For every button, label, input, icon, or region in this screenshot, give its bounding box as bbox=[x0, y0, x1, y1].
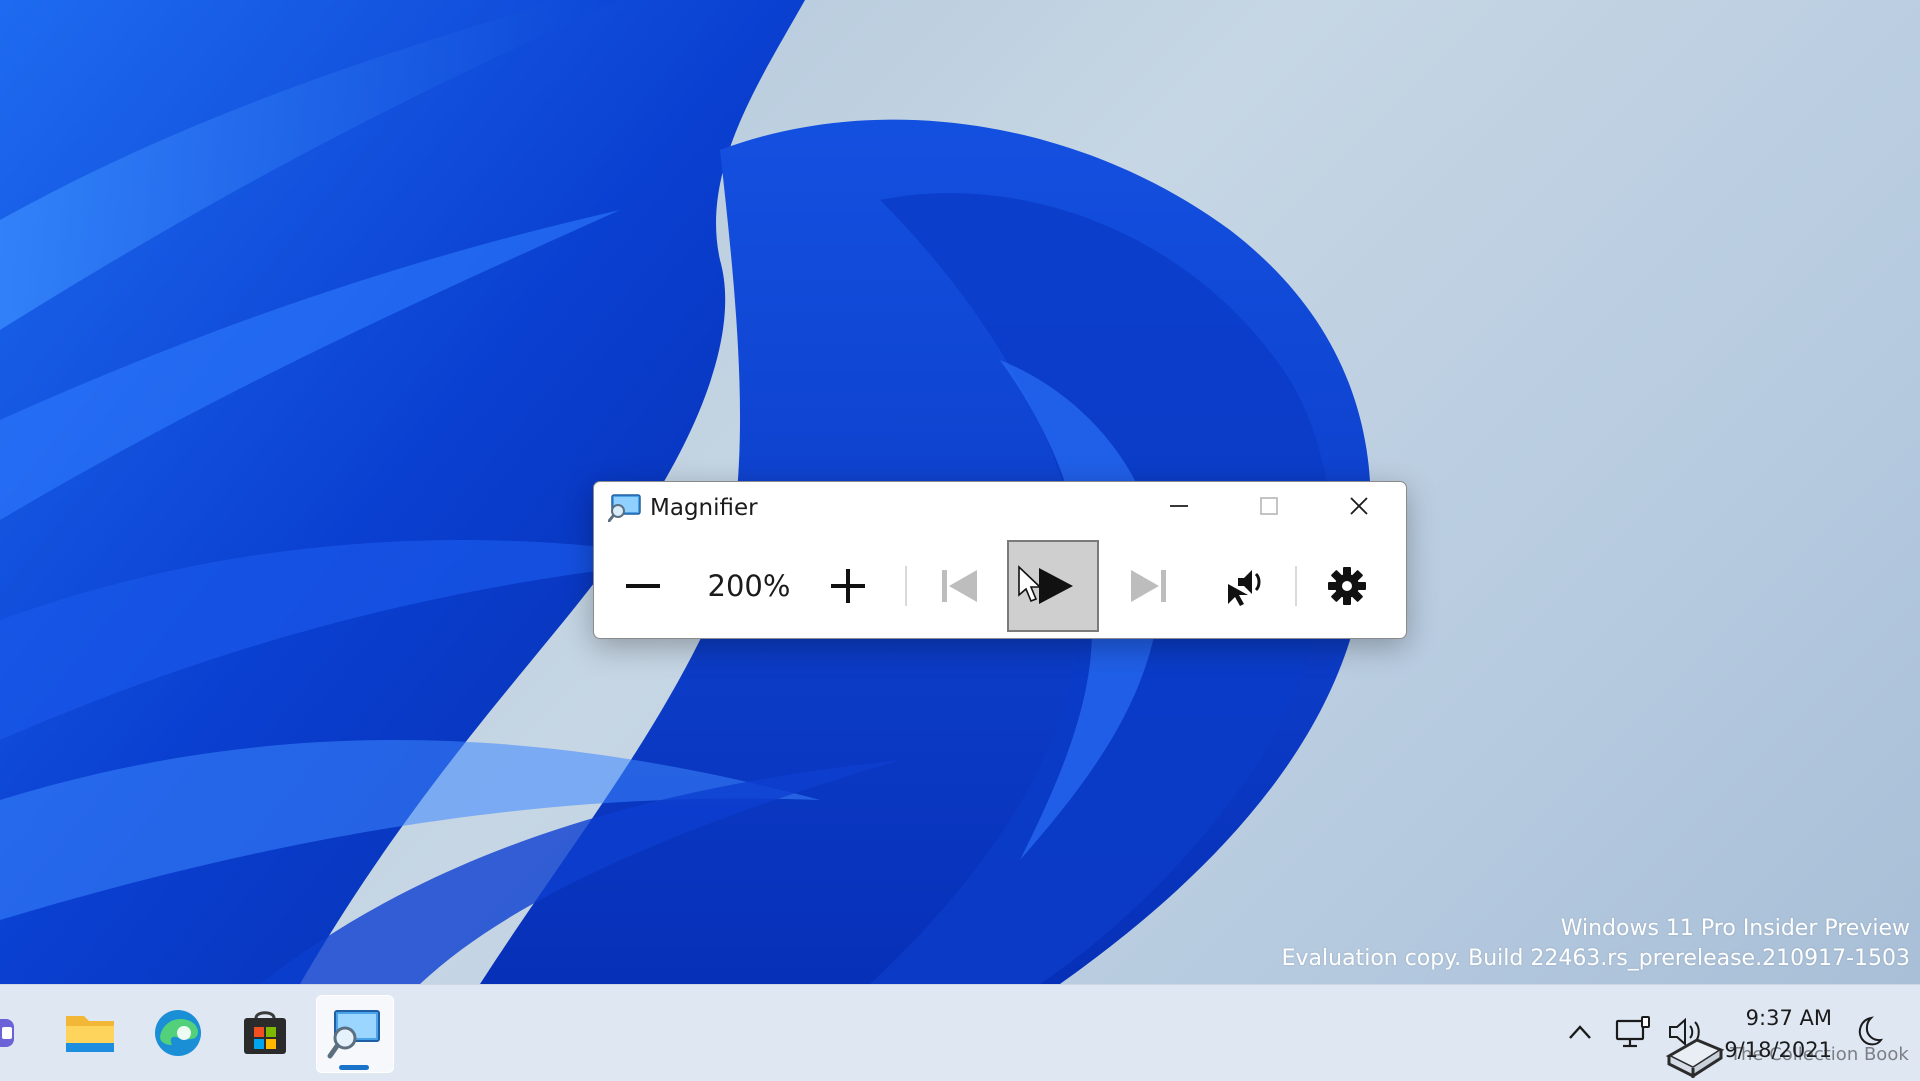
taskbar-edge[interactable] bbox=[140, 995, 216, 1071]
window-title: Magnifier bbox=[650, 495, 758, 521]
watermark-build: Evaluation copy. Build 22463.rs_prerelea… bbox=[1281, 946, 1910, 971]
zoom-level: 200% bbox=[707, 569, 791, 603]
previous-sentence-button[interactable] bbox=[924, 542, 994, 630]
edge-icon bbox=[155, 1010, 201, 1056]
windows-build-watermark: Windows 11 Pro Insider Preview Evaluatio… bbox=[1282, 914, 1910, 974]
maximize-icon bbox=[1260, 497, 1278, 515]
settings-button[interactable] bbox=[1312, 542, 1382, 630]
magnifier-window: Magnifier 200% bbox=[593, 481, 1407, 639]
maximize-button[interactable] bbox=[1224, 482, 1314, 530]
magnifier-icon bbox=[327, 1010, 380, 1059]
overlay-watermark-text: The Collection Book bbox=[1730, 1044, 1909, 1065]
gear-icon bbox=[1328, 567, 1366, 605]
network-button[interactable] bbox=[1612, 1007, 1656, 1057]
next-sentence-button[interactable] bbox=[1114, 542, 1184, 630]
zoom-out-button[interactable] bbox=[614, 542, 672, 630]
minimize-icon bbox=[1170, 505, 1188, 507]
toolbar-separator bbox=[1295, 566, 1297, 606]
running-indicator bbox=[339, 1065, 369, 1070]
show-hidden-icons-button[interactable] bbox=[1562, 1007, 1598, 1057]
minimize-button[interactable] bbox=[1134, 482, 1224, 530]
read-from-here-button[interactable] bbox=[1209, 542, 1279, 630]
book-watermark-icon bbox=[1665, 1038, 1725, 1078]
title-bar[interactable]: Magnifier bbox=[594, 482, 1406, 530]
taskbar-chat[interactable] bbox=[0, 995, 34, 1071]
network-icon bbox=[1615, 1016, 1650, 1048]
store-icon bbox=[244, 1011, 286, 1054]
close-button[interactable] bbox=[1314, 482, 1404, 530]
watermark-edition: Windows 11 Pro Insider Preview bbox=[1560, 916, 1910, 941]
taskbar-store[interactable] bbox=[227, 995, 303, 1071]
plus-icon bbox=[831, 569, 865, 603]
skip-next-icon bbox=[1131, 570, 1166, 602]
clock-time: 9:37 AM bbox=[1745, 1006, 1832, 1030]
taskbar bbox=[0, 984, 1920, 1081]
zoom-in-button[interactable] bbox=[819, 542, 877, 630]
minus-icon bbox=[626, 584, 660, 588]
folder-icon bbox=[66, 1016, 114, 1052]
toolbar-separator bbox=[905, 566, 907, 606]
mouse-pointer-icon bbox=[1018, 565, 1042, 603]
magnifier-app-icon bbox=[608, 494, 641, 522]
taskbar-file-explorer[interactable] bbox=[52, 995, 128, 1071]
skip-previous-icon bbox=[942, 570, 977, 602]
chevron-up-icon bbox=[1569, 1025, 1591, 1039]
chat-icon bbox=[0, 1019, 14, 1047]
speaker-pointer-icon bbox=[1228, 570, 1261, 606]
close-icon bbox=[1350, 497, 1368, 515]
taskbar-magnifier[interactable] bbox=[316, 995, 394, 1073]
magnifier-toolbar: 200% bbox=[594, 534, 1406, 634]
